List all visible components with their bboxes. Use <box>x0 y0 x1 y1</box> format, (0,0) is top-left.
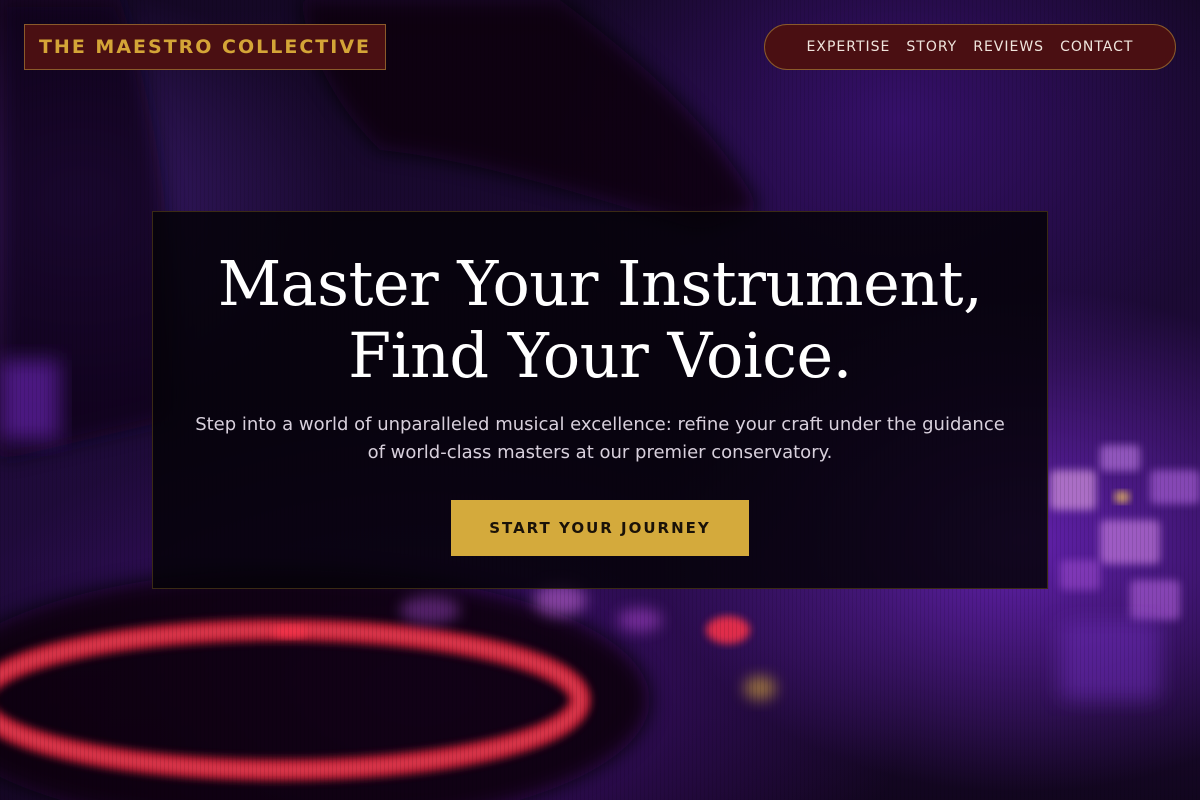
brand-logo[interactable]: THE MAESTRO COLLECTIVE <box>24 24 386 70</box>
nav-link-reviews[interactable]: REVIEWS <box>973 39 1044 55</box>
nav-link-expertise[interactable]: EXPERTISE <box>807 39 891 55</box>
main-nav: EXPERTISE STORY REVIEWS CONTACT <box>764 24 1176 70</box>
hero-title-line-2: Find Your Voice. <box>348 319 852 392</box>
hero-title-line-1: Master Your Instrument, <box>217 247 983 320</box>
hero-card: Master Your Instrument, Find Your Voice.… <box>152 211 1048 589</box>
nav-link-contact[interactable]: CONTACT <box>1060 39 1133 55</box>
nav-link-story[interactable]: STORY <box>906 39 957 55</box>
hero-subtitle: Step into a world of unparalleled musica… <box>195 414 1005 463</box>
landing-page: THE MAESTRO COLLECTIVE EXPERTISE STORY R… <box>0 0 1200 800</box>
start-journey-button[interactable]: START YOUR JOURNEY <box>451 500 749 556</box>
hero-title: Master Your Instrument, Find Your Voice. <box>153 248 1047 392</box>
